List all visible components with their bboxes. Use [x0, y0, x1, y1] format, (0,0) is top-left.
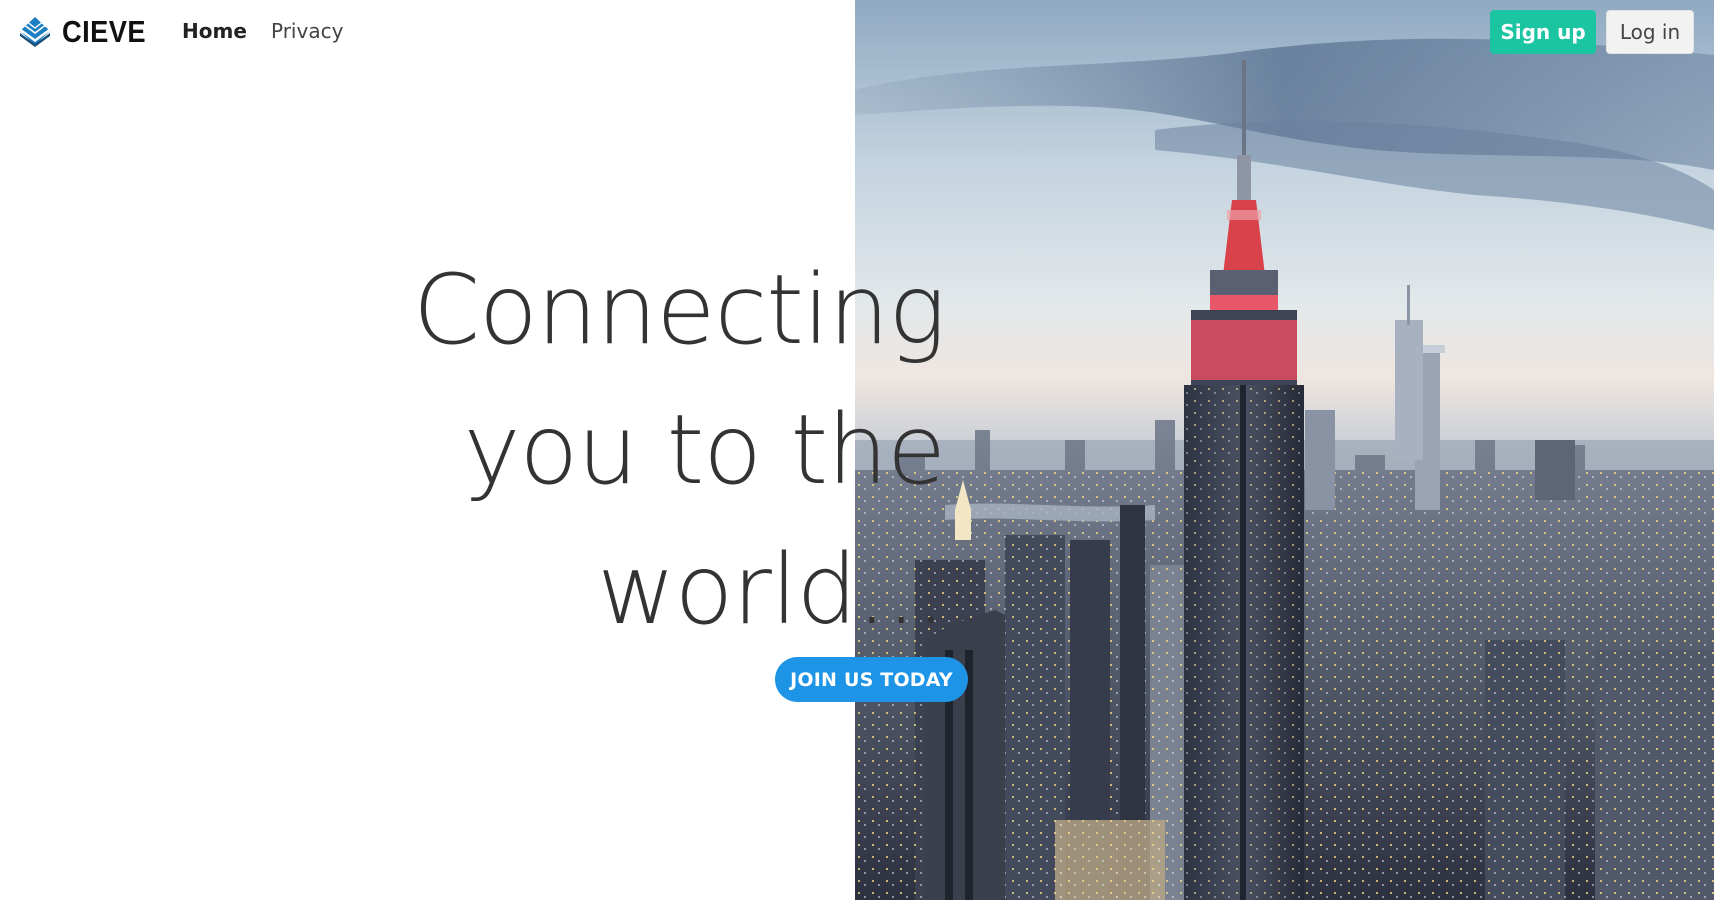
headline-line-1: Connecting [412, 254, 946, 366]
layered-pyramid-icon [16, 15, 54, 49]
headline-line-2: you to the [463, 394, 946, 506]
nav-home-link[interactable]: Home [182, 19, 247, 43]
brand-logo[interactable]: CIEVE [16, 14, 158, 50]
landing-page: CIEVE Home Privacy Sign up Log in Connec… [0, 0, 1714, 900]
login-button[interactable]: Log in [1606, 10, 1694, 54]
hero-skyline-image [855, 0, 1714, 900]
hero-headline: Connecting you to the world... [245, 240, 946, 660]
brand-name: CIEVE [62, 14, 147, 49]
top-navbar: CIEVE Home Privacy Sign up Log in [0, 0, 1714, 66]
headline-line-3: world... [597, 534, 946, 646]
join-us-button[interactable]: JOIN US TODAY [775, 657, 968, 702]
signup-button[interactable]: Sign up [1490, 10, 1596, 54]
nav-privacy-link[interactable]: Privacy [271, 19, 343, 43]
